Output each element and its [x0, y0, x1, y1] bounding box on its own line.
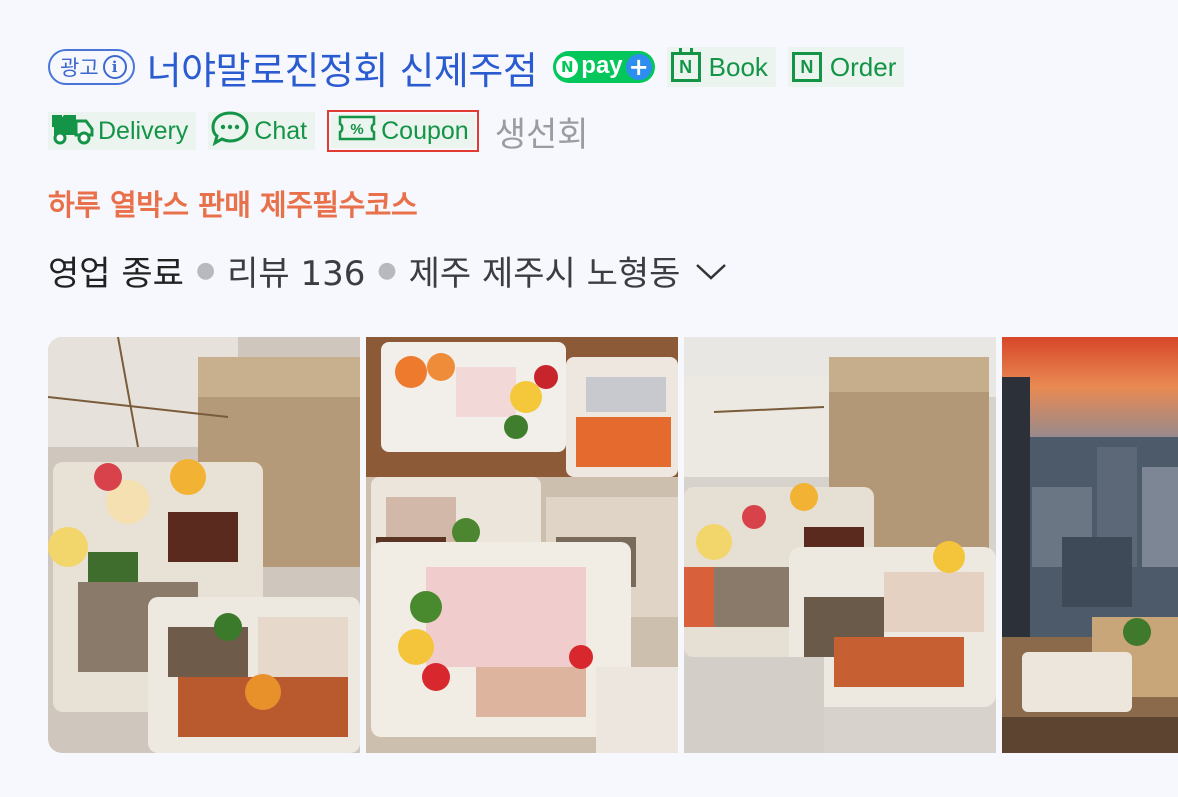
svg-text:%: %	[350, 121, 363, 138]
order-badge[interactable]: N Order	[787, 47, 905, 87]
place-title[interactable]: 너야말로진정회 신제주점	[147, 40, 538, 95]
chevron-down-icon[interactable]	[694, 250, 728, 290]
coupon-label: Coupon	[381, 116, 469, 145]
chat-label: Chat	[254, 116, 308, 145]
ad-badge[interactable]: 광고 i	[48, 49, 135, 85]
service-badges-row: Delivery Chat % Coupon 생선회	[48, 108, 589, 155]
review-count[interactable]: 리뷰 136	[227, 246, 365, 295]
naver-calendar-icon: N	[670, 48, 701, 82]
photo-city-view[interactable]	[1002, 337, 1178, 753]
header-row: 광고 i 너야말로진정회 신제주점 N pay + N Book N Order	[48, 38, 905, 96]
naver-n-square-icon: N	[791, 52, 822, 82]
delivery-badge[interactable]: Delivery	[48, 111, 197, 152]
delivery-label: Delivery	[98, 116, 189, 145]
photo-sashimi-box-3[interactable]	[684, 337, 996, 753]
book-badge[interactable]: N Book	[666, 47, 776, 87]
photo-strip	[48, 337, 1178, 753]
separator-dot: ●	[377, 257, 397, 283]
business-status: 영업 종료	[48, 253, 184, 294]
npay-badge: N pay +	[553, 51, 655, 83]
location-text[interactable]: 제주 제주시 노형동	[409, 246, 681, 295]
npay-label: pay	[581, 51, 623, 79]
chat-bubble-icon	[210, 110, 250, 153]
order-label: Order	[829, 51, 897, 82]
photo-sashimi-box-2[interactable]	[366, 337, 678, 753]
info-icon[interactable]: i	[102, 55, 127, 79]
separator-dot: ●	[195, 257, 216, 283]
promo-text: 하루 열박스 판매 제주필수코스	[48, 188, 418, 222]
delivery-truck-icon	[50, 111, 94, 152]
naver-n-icon: N	[556, 56, 579, 78]
chat-badge[interactable]: Chat	[208, 110, 316, 153]
plus-icon: +	[625, 54, 652, 80]
book-label: Book	[708, 51, 768, 82]
coupon-highlight-box: % Coupon	[327, 110, 479, 152]
coupon-ticket-icon: %	[337, 113, 377, 150]
photo-sashimi-box-1[interactable]	[48, 337, 360, 753]
category-label: 생선회	[494, 114, 589, 155]
coupon-badge[interactable]: % Coupon	[331, 114, 475, 148]
status-row: 영업 종료 ● 리뷰 136 ● 제주 제주시 노형동	[48, 246, 728, 294]
ad-label: 광고	[60, 56, 99, 80]
